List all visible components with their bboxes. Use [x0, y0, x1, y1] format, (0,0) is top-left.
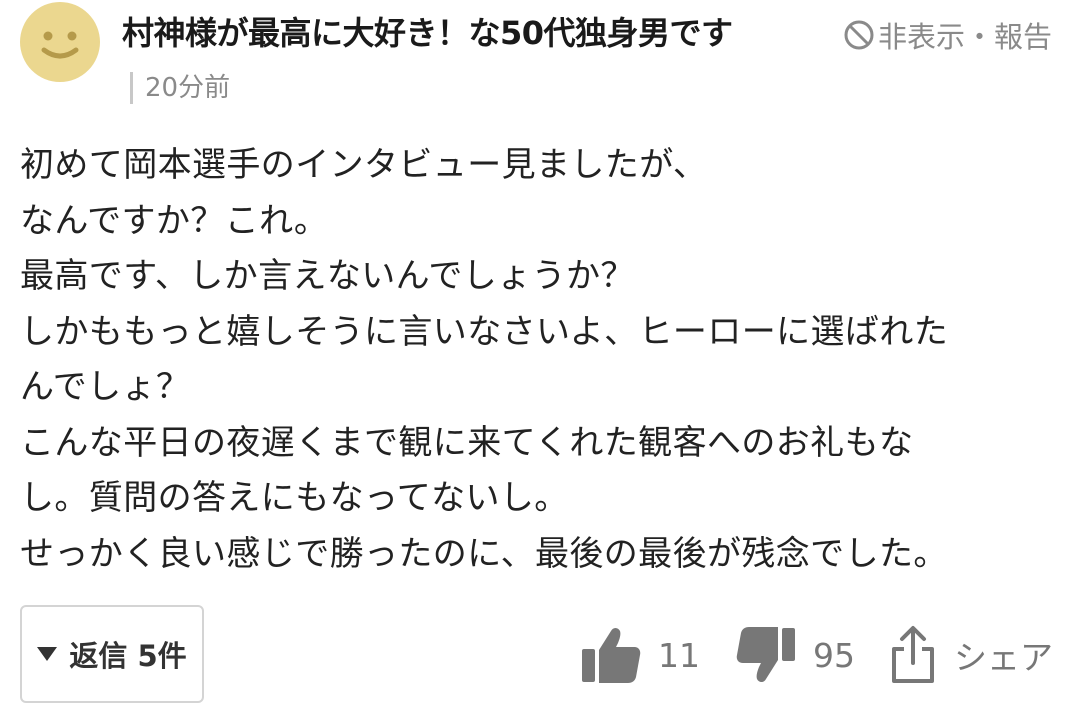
like-count: 11 [658, 635, 700, 675]
comment-line: せっかく良い感じで勝ったのに、最後の最後が残念でした。 [20, 533, 948, 574]
thumbs-up-icon [582, 628, 641, 683]
comment-line: 最高です、しか言えないんでしょうか？ [20, 256, 635, 296]
comment-line: こんな平日の夜遅くまで観に来てくれた観客へのお礼もな [20, 422, 914, 463]
share-icon [892, 626, 934, 683]
caret-down-icon [37, 647, 58, 661]
comment-body: 初めて岡本選手のインタビュー見ましたが、 なんですか？これ。 最高です、しか言え… [20, 138, 1060, 582]
share-label: シェア [954, 638, 1053, 677]
dislike-button[interactable]: 95 [735, 622, 855, 688]
timestamp: 20分前 [130, 72, 230, 104]
like-button[interactable]: 11 [580, 622, 700, 688]
comment-line: なんですか？これ。 [20, 200, 329, 241]
dislike-count: 95 [813, 635, 855, 675]
username[interactable]: 村神様が最高に大好き！な50代独身男です [122, 8, 733, 54]
avatar[interactable] [20, 2, 100, 82]
hide-report-label: 非表示・報告 [878, 20, 1053, 54]
comment-line: 初めて岡本選手のインタビュー見ましたが、 [20, 145, 708, 185]
comment-line: んでしょ？ [20, 367, 191, 407]
smiley-face-icon [41, 31, 79, 59]
hide-report-button[interactable]: 非表示・報告 [842, 14, 1052, 56]
share-button[interactable]: シェア [890, 622, 1053, 688]
thumbs-down-icon [736, 627, 795, 682]
comment-line: し。質問の答えにもなってないし。 [20, 478, 569, 518]
reply-label: 返信 5件 [69, 639, 187, 673]
comment-line: しかももっと嬉しそうに言いなさいよ、ヒーローに選ばれた [20, 311, 949, 352]
reply-toggle-button[interactable]: 返信 5件 [20, 605, 204, 703]
prohibited-icon [842, 18, 876, 52]
